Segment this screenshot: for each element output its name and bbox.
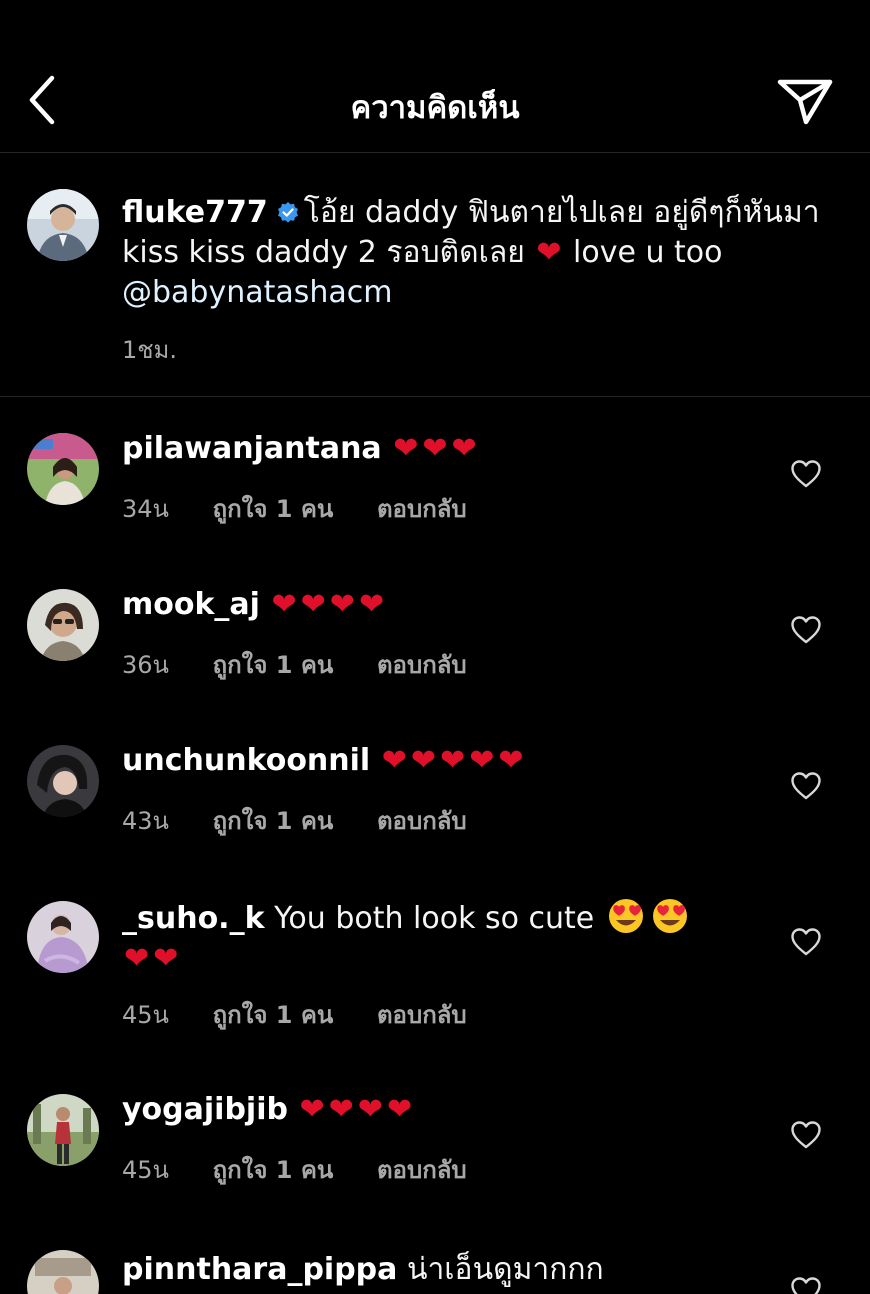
comment-text: yogajibjib ❤ ❤ ❤ ❤ bbox=[122, 1090, 792, 1130]
comment-timestamp: 45น bbox=[122, 1156, 169, 1184]
comment-username[interactable]: pilawanjantana bbox=[122, 431, 382, 466]
heart-outline-icon bbox=[791, 1121, 821, 1149]
red-heart-emoji: ❤ bbox=[422, 431, 448, 466]
comment-item: unchunkoonnil ❤ ❤ ❤ ❤ ❤ 43น ถูกใจ 1 คน ตอบกล… bbox=[0, 709, 870, 864]
comment-body: You both look so cute bbox=[274, 901, 595, 936]
red-heart-emoji: ❤ bbox=[329, 587, 355, 622]
comment-text: unchunkoonnil ❤ ❤ ❤ ❤ ❤ bbox=[122, 741, 792, 781]
paper-plane-icon bbox=[777, 79, 833, 125]
like-button[interactable] bbox=[790, 771, 822, 801]
like-button[interactable] bbox=[790, 1276, 822, 1294]
like-button[interactable] bbox=[790, 927, 822, 957]
reply-button[interactable]: ตอบกลับ bbox=[377, 651, 467, 679]
like-button[interactable] bbox=[790, 459, 822, 489]
caption-timestamp: 1ชม. bbox=[122, 336, 178, 364]
comment-timestamp: 36น bbox=[122, 651, 169, 679]
red-heart-emoji: ❤ bbox=[358, 587, 385, 622]
caption-text: fluke777 โอ้ย daddy ฟินตายไปเลย อยู่ดีๆก… bbox=[122, 193, 842, 313]
reply-button[interactable]: ตอบกลับ bbox=[377, 807, 467, 835]
comment-timestamp: 34น bbox=[122, 495, 169, 523]
comment-item: yogajibjib ❤ ❤ ❤ ❤ 45น ถูกใจ 1 คน ตอบกลับ bbox=[0, 1058, 870, 1213]
red-heart-emoji: ❤ bbox=[357, 1092, 383, 1127]
likes-count[interactable]: ถูกใจ 1 คน bbox=[213, 1001, 334, 1029]
avatar[interactable] bbox=[27, 1250, 99, 1294]
red-heart-emoji: ❤ bbox=[536, 235, 562, 270]
red-heart-emoji: ❤ bbox=[498, 743, 524, 778]
red-heart-emoji: ❤ bbox=[300, 587, 326, 622]
red-heart-emoji: ❤ bbox=[451, 431, 477, 466]
red-heart-emoji: ❤ bbox=[271, 587, 297, 622]
heart-outline-icon bbox=[791, 460, 821, 488]
comment-username[interactable]: mook_aj bbox=[122, 587, 260, 622]
caption-username[interactable]: fluke777 bbox=[122, 195, 268, 230]
avatar[interactable] bbox=[27, 189, 99, 261]
comment-text: _suho._k You both look so cute ❤ ❤ bbox=[122, 897, 792, 979]
comment-meta: 43น ถูกใจ 1 คน ตอบกลับ bbox=[122, 801, 503, 840]
verified-badge-icon bbox=[277, 202, 298, 223]
reply-button[interactable]: ตอบกลับ bbox=[377, 495, 467, 523]
comment-meta: 34น ถูกใจ 1 คน ตอบกลับ bbox=[122, 489, 503, 528]
heart-outline-icon bbox=[791, 616, 821, 644]
comment-username[interactable]: yogajibjib bbox=[122, 1092, 288, 1127]
page-title: ความคิดเห็น bbox=[350, 90, 520, 126]
comment-timestamp: 45น bbox=[122, 1001, 169, 1029]
like-button[interactable] bbox=[790, 1120, 822, 1150]
comment-timestamp: 43น bbox=[122, 807, 169, 835]
heart-outline-icon bbox=[791, 1277, 821, 1294]
likes-count[interactable]: ถูกใจ 1 คน bbox=[213, 495, 334, 523]
red-heart-emoji: ❤ bbox=[153, 941, 179, 976]
avatar[interactable] bbox=[27, 589, 99, 661]
avatar[interactable] bbox=[27, 745, 99, 817]
comment-item: pilawanjantana ❤ ❤ ❤ 34น ถูกใจ 1 คน ตอบกลั… bbox=[0, 397, 870, 552]
comment-username[interactable]: _suho._k bbox=[122, 901, 265, 936]
comment-username[interactable]: pinnthara_pippa bbox=[122, 1252, 397, 1287]
reply-button[interactable]: ตอบกลับ bbox=[377, 1156, 467, 1184]
post-caption: fluke777 โอ้ย daddy ฟินตายไปเลย อยู่ดีๆก… bbox=[0, 153, 870, 397]
red-heart-emoji: ❤ bbox=[386, 1092, 413, 1127]
comment-text: pinnthara_pippa น่าเอ็นดูมากกก bbox=[122, 1250, 792, 1290]
comment-meta: 45น ถูกใจ 1 คน ตอบกลับ bbox=[122, 1150, 503, 1189]
like-button[interactable] bbox=[790, 615, 822, 645]
heart-outline-icon bbox=[791, 772, 821, 800]
red-heart-emoji: ❤ bbox=[469, 743, 495, 778]
red-heart-emoji: ❤ bbox=[381, 743, 407, 778]
comment-text: mook_aj ❤ ❤ ❤ ❤ bbox=[122, 585, 792, 625]
comment-text: pilawanjantana ❤ ❤ ❤ bbox=[122, 429, 792, 469]
red-heart-emoji: ❤ bbox=[299, 1092, 325, 1127]
comment-item: mook_aj ❤ ❤ ❤ ❤ 36น ถูกใจ 1 คน ตอบกลับ bbox=[0, 553, 870, 708]
heart-outline-icon bbox=[791, 928, 821, 956]
mention-link[interactable]: @babynatashacm bbox=[122, 275, 393, 310]
comment-body: น่าเอ็นดูมากกก bbox=[406, 1252, 604, 1287]
red-heart-emoji: ❤ bbox=[410, 743, 437, 778]
heart-eyes-emoji bbox=[608, 899, 643, 933]
likes-count[interactable]: ถูกใจ 1 คน bbox=[213, 1156, 334, 1184]
comment-meta: 45น ถูกใจ 1 คน ตอบกลับ bbox=[122, 995, 503, 1034]
red-heart-emoji: ❤ bbox=[393, 431, 419, 466]
comment-username[interactable]: unchunkoonnil bbox=[122, 743, 370, 778]
comment-item: pinnthara_pippa น่าเอ็นดูมากกก bbox=[0, 1214, 870, 1294]
share-button[interactable] bbox=[776, 74, 834, 128]
top-bar: ความคิดเห็น bbox=[0, 0, 870, 153]
reply-button[interactable]: ตอบกลับ bbox=[377, 1001, 467, 1029]
heart-eyes-emoji bbox=[652, 899, 687, 933]
red-heart-emoji: ❤ bbox=[328, 1092, 354, 1127]
avatar[interactable] bbox=[27, 901, 99, 973]
red-heart-emoji: ❤ bbox=[124, 941, 150, 976]
likes-count[interactable]: ถูกใจ 1 คน bbox=[213, 651, 334, 679]
caption-body-2: love u too bbox=[573, 235, 723, 270]
avatar[interactable] bbox=[27, 433, 99, 505]
likes-count[interactable]: ถูกใจ 1 คน bbox=[213, 807, 334, 835]
avatar[interactable] bbox=[27, 1094, 99, 1166]
red-heart-emoji: ❤ bbox=[440, 743, 466, 778]
comment-item: _suho._k You both look so cute ❤ ❤ 45น ถู… bbox=[0, 865, 870, 1058]
comment-meta: 36น ถูกใจ 1 คน ตอบกลับ bbox=[122, 645, 503, 684]
